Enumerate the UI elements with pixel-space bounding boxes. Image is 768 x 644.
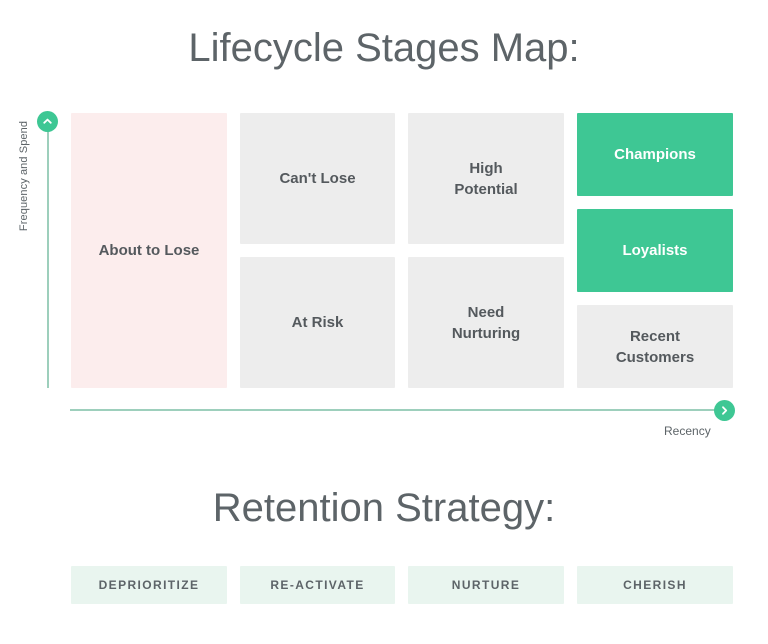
strategy-chip-cherish[interactable]: CHERISH xyxy=(577,566,733,604)
matrix-column-cherish: Champions Loyalists Recent Customers xyxy=(577,113,733,388)
page-title-retention: Retention Strategy: xyxy=(212,486,556,530)
matrix-cell-label-line1: Recent xyxy=(629,327,680,345)
matrix-cell-label: Loyalists xyxy=(622,242,688,259)
matrix-cell-about-to-lose[interactable]: About to Lose xyxy=(71,113,227,388)
matrix-cell-champions[interactable]: Champions xyxy=(577,113,733,196)
matrix-column-reactivate: Can't Lose At Risk xyxy=(240,113,395,388)
lifecycle-matrix: About to Lose Can't Lose At Risk High Po… xyxy=(71,113,734,388)
matrix-cell-high-potential[interactable]: High Potential xyxy=(408,113,564,244)
matrix-cell-label: Need Nurturing xyxy=(452,302,520,344)
matrix-cell-label: Recent Customers xyxy=(616,326,694,368)
matrix-cell-need-nurturing[interactable]: Need Nurturing xyxy=(408,257,564,388)
matrix-column-deprioritize: About to Lose xyxy=(71,113,227,388)
matrix-cell-label: At Risk xyxy=(291,314,344,331)
strategy-chip-label: CHERISH xyxy=(623,578,687,592)
matrix-cell-label-line2: Customers xyxy=(615,348,695,366)
page-title-lifecycle: Lifecycle Stages Map: xyxy=(188,26,580,70)
x-axis-line xyxy=(70,409,718,411)
strategy-chip-re-activate[interactable]: RE-ACTIVATE xyxy=(240,566,395,604)
chevron-right-icon xyxy=(714,400,735,421)
x-axis-label: Recency xyxy=(664,424,711,438)
strategy-chip-deprioritize[interactable]: DEPRIORITIZE xyxy=(71,566,227,604)
retention-strategy-row: DEPRIORITIZE RE-ACTIVATE NURTURE CHERISH xyxy=(71,566,734,604)
y-axis-label: Frequency and Spend xyxy=(18,120,30,232)
matrix-cell-recent-customers[interactable]: Recent Customers xyxy=(577,305,733,388)
matrix-cell-label-line1: High xyxy=(469,159,503,177)
matrix-cell-label: Can't Lose xyxy=(279,170,356,187)
y-axis-line xyxy=(47,126,49,388)
matrix-cell-label-line2: Potential xyxy=(454,180,518,198)
matrix-column-nurture: High Potential Need Nurturing xyxy=(408,113,564,388)
matrix-cell-label: High Potential xyxy=(454,158,517,200)
strategy-chip-label: NURTURE xyxy=(451,578,521,592)
matrix-cell-loyalists[interactable]: Loyalists xyxy=(577,209,733,292)
matrix-cell-label: Champions xyxy=(614,146,696,163)
chevron-up-icon xyxy=(37,111,58,132)
matrix-cell-label-line1: Need xyxy=(467,303,505,321)
matrix-cell-label: About to Lose xyxy=(98,242,200,259)
matrix-cell-at-risk[interactable]: At Risk xyxy=(240,257,395,388)
strategy-chip-label: DEPRIORITIZE xyxy=(98,578,200,592)
matrix-cell-cant-lose[interactable]: Can't Lose xyxy=(240,113,395,244)
strategy-chip-nurture[interactable]: NURTURE xyxy=(408,566,564,604)
matrix-cell-label-line2: Nurturing xyxy=(451,324,521,342)
strategy-chip-label: RE-ACTIVATE xyxy=(270,578,365,592)
